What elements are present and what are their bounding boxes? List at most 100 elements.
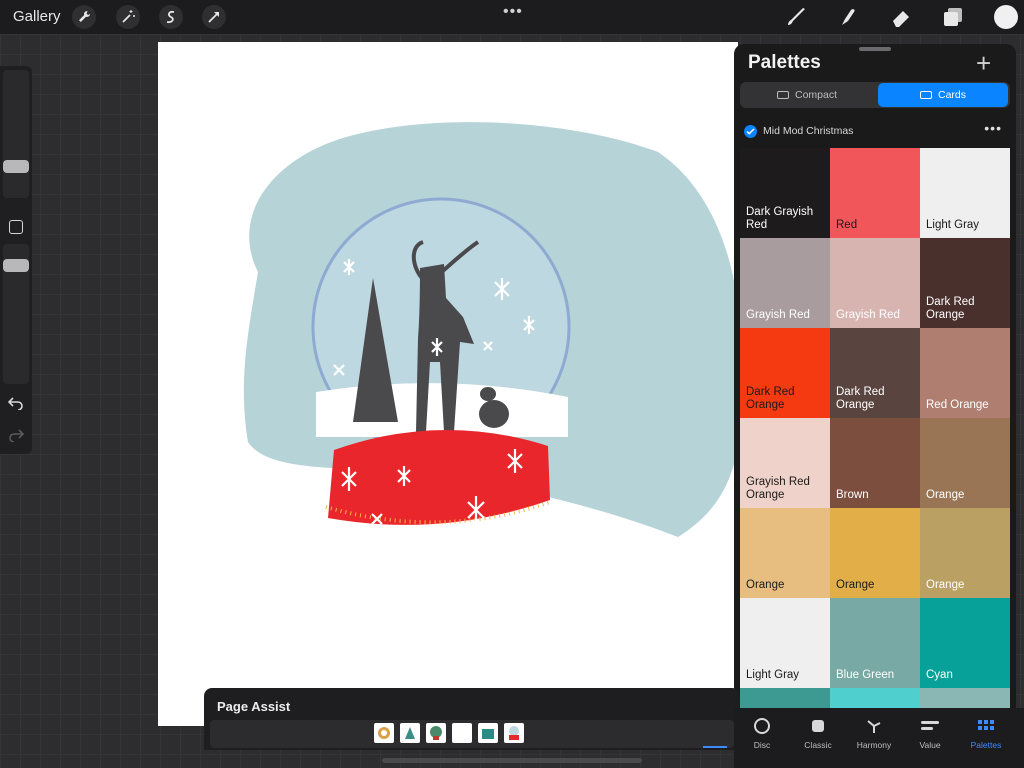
- color-card-label: Grayish Red: [746, 309, 810, 321]
- default-checkmark-icon[interactable]: [744, 125, 757, 138]
- color-card[interactable]: Orange: [920, 418, 1010, 508]
- color-card-label: Grayish Red Orange: [746, 476, 810, 501]
- color-mode-tabs: Disc Classic Harmony Value Palettes: [734, 708, 1024, 768]
- color-card-label: Orange: [836, 579, 875, 591]
- color-card-label: Brown: [836, 489, 869, 501]
- color-card[interactable]: Orange: [830, 508, 920, 598]
- color-card[interactable]: Light Gray: [920, 148, 1010, 238]
- color-card[interactable]: Dark Red Orange: [830, 328, 920, 418]
- color-card[interactable]: Grayish Red Orange: [740, 418, 830, 508]
- page-thumbnail[interactable]: [478, 723, 498, 743]
- page-thumbnail[interactable]: [400, 723, 420, 743]
- color-card-label: Red: [836, 219, 858, 231]
- brush-icon[interactable]: [784, 5, 810, 29]
- color-card-label: Light Gray: [926, 219, 980, 231]
- compact-icon: [776, 91, 789, 99]
- magic-wand-icon[interactable]: [116, 5, 140, 29]
- color-card-label: Dark Red Orange: [746, 386, 795, 411]
- tab-classic[interactable]: Classic: [790, 716, 846, 750]
- color-card[interactable]: Dark Red Orange: [920, 238, 1010, 328]
- page-assist-panel: Page Assist: [204, 688, 740, 750]
- color-card[interactable]: Red Orange: [920, 328, 1010, 418]
- disc-icon: [754, 718, 770, 734]
- palettes-panel: Palettes + Compact Cards Mid Mod Christm…: [734, 44, 1016, 768]
- opacity-thumb[interactable]: [3, 259, 29, 272]
- undo-icon[interactable]: [8, 396, 24, 410]
- color-card[interactable]: [740, 688, 830, 708]
- color-card-label: Orange: [926, 489, 965, 501]
- palette-header: Mid Mod Christmas •••: [744, 120, 1006, 140]
- color-card-label: Grayish Red: [836, 309, 900, 321]
- brush-sidebar: [0, 66, 32, 454]
- color-card[interactable]: Grayish Red: [740, 238, 830, 328]
- color-card[interactable]: Orange: [920, 508, 1010, 598]
- eraser-icon[interactable]: [888, 5, 914, 29]
- color-card[interactable]: Dark Red Orange: [740, 328, 830, 418]
- brush-size-slider[interactable]: [3, 70, 29, 198]
- classic-icon: [812, 720, 824, 732]
- wrench-icon[interactable]: [72, 5, 96, 29]
- palettes-grid-icon: [978, 720, 994, 730]
- color-card-label: Blue Green: [836, 669, 895, 681]
- gallery-button[interactable]: Gallery: [13, 8, 61, 25]
- layers-icon[interactable]: [940, 5, 966, 29]
- palette-cards: Dark Grayish Red Red Light Gray Grayish Red…: [740, 148, 1010, 708]
- snow-globe-artwork: [243, 122, 738, 537]
- selected-page-indicator: [703, 746, 727, 748]
- view-mode-switch: Compact Cards: [740, 82, 1010, 108]
- redo-icon[interactable]: [8, 428, 24, 442]
- current-color-swatch[interactable]: [994, 5, 1018, 29]
- eyedropper-button[interactable]: [9, 220, 23, 234]
- panel-drag-handle[interactable]: [859, 47, 891, 51]
- brush-size-thumb[interactable]: [3, 160, 29, 173]
- cards-view-button[interactable]: Cards: [878, 83, 1008, 107]
- selection-icon[interactable]: [159, 5, 183, 29]
- top-toolbar: Gallery •••: [0, 0, 1024, 34]
- color-card-label: Orange: [926, 579, 965, 591]
- harmony-icon: [867, 720, 881, 733]
- panel-title: Palettes: [748, 52, 821, 73]
- page-thumbnail-strip: [210, 720, 734, 748]
- color-card[interactable]: Dark Grayish Red: [740, 148, 830, 238]
- tab-disc[interactable]: Disc: [734, 716, 790, 750]
- page-thumbnail[interactable]: [374, 723, 394, 743]
- color-card-label: Cyan: [926, 669, 953, 681]
- page-assist-title: Page Assist: [217, 699, 291, 714]
- page-thumbnail-selected[interactable]: [504, 723, 524, 743]
- color-card-label: Light Gray: [746, 669, 800, 681]
- color-card[interactable]: [830, 688, 920, 708]
- color-card[interactable]: Blue Green: [830, 598, 920, 688]
- value-icon: [921, 721, 939, 730]
- tab-palettes-label: Palettes: [970, 740, 1002, 750]
- tab-harmony[interactable]: Harmony: [846, 716, 902, 750]
- color-card[interactable]: Light Gray: [740, 598, 830, 688]
- page-thumbnail[interactable]: [452, 723, 472, 743]
- page-thumbnail[interactable]: [426, 723, 446, 743]
- palette-name[interactable]: Mid Mod Christmas: [763, 125, 853, 137]
- color-card-label: Orange: [746, 579, 785, 591]
- tab-harmony-label: Harmony: [856, 740, 892, 750]
- color-card-label: Dark Red Orange: [926, 296, 975, 321]
- cards-icon: [919, 91, 932, 99]
- smudge-icon[interactable]: [836, 5, 862, 29]
- compact-view-button[interactable]: Compact: [742, 83, 872, 107]
- color-card[interactable]: Brown: [830, 418, 920, 508]
- color-card[interactable]: Orange: [740, 508, 830, 598]
- add-palette-button[interactable]: +: [976, 48, 991, 79]
- tab-disc-label: Disc: [753, 740, 771, 750]
- palette-options-icon[interactable]: •••: [984, 120, 1002, 136]
- drawing-canvas[interactable]: [158, 42, 738, 726]
- more-options-icon[interactable]: •••: [503, 3, 523, 21]
- color-card-label: Dark Red Orange: [836, 386, 885, 411]
- color-card[interactable]: Red: [830, 148, 920, 238]
- color-card[interactable]: Cyan: [920, 598, 1010, 688]
- home-indicator[interactable]: [382, 758, 642, 763]
- color-card[interactable]: [920, 688, 1010, 708]
- tab-classic-label: Classic: [804, 740, 832, 750]
- tab-value[interactable]: Value: [902, 716, 958, 750]
- tab-value-label: Value: [919, 740, 941, 750]
- cards-label: Cards: [937, 89, 966, 101]
- transform-arrow-icon[interactable]: [202, 5, 226, 29]
- tab-palettes[interactable]: Palettes: [958, 716, 1014, 750]
- color-card[interactable]: Grayish Red: [830, 238, 920, 328]
